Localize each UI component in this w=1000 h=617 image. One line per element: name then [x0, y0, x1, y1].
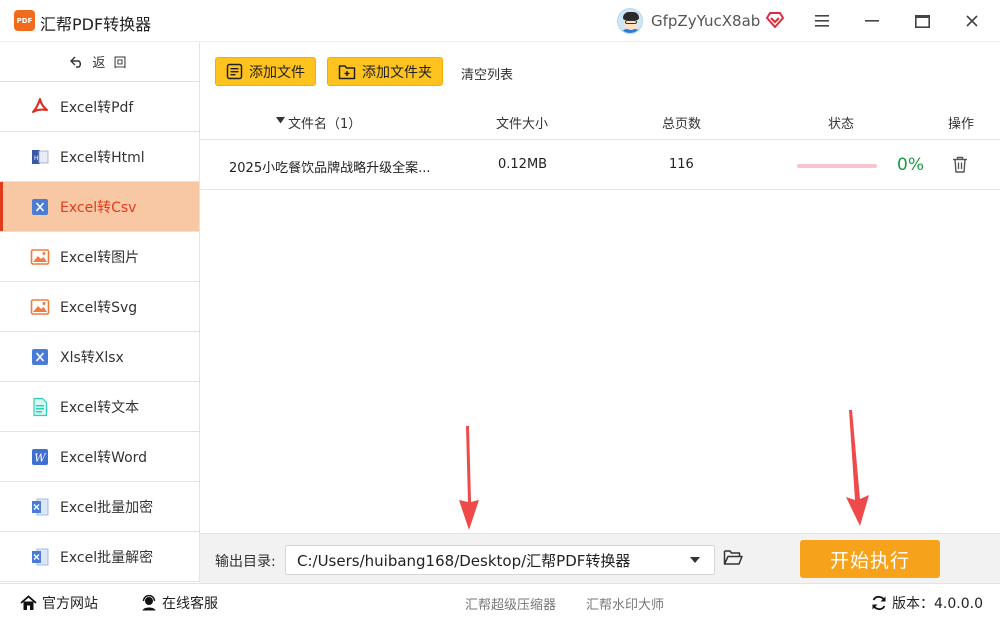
refresh-icon: [872, 595, 886, 611]
sidebar-item-label: Excel转图片: [60, 249, 140, 266]
image-icon: [30, 248, 50, 265]
footer: 官方网站 在线客服 汇帮超级压缩器 汇帮水印大师 版本：4.0.0.0: [0, 583, 1000, 617]
minimize-icon: [865, 20, 879, 22]
watermark-link[interactable]: 汇帮水印大师: [586, 594, 664, 613]
annotation-arrow-icon: [459, 426, 479, 530]
online-support-link[interactable]: 在线客服: [141, 593, 218, 613]
close-icon: [966, 15, 978, 27]
app-logo: PDF: [14, 10, 35, 31]
sidebar-item-label: Excel转Html: [60, 149, 145, 166]
sidebar-item-excel-to-text[interactable]: Excel转文本: [0, 382, 199, 432]
column-header-size: 文件大小: [496, 117, 549, 132]
progress-bar: [797, 164, 877, 168]
svg-text:W: W: [34, 451, 47, 464]
page-count: 116: [669, 157, 694, 172]
sort-caret-icon[interactable]: [276, 117, 285, 124]
vip-diamond-icon[interactable]: [765, 11, 785, 29]
sidebar-item-excel-batch-encrypt[interactable]: Excel批量加密: [0, 482, 199, 532]
svg-text:H: H: [34, 155, 39, 162]
word-icon: W: [32, 448, 48, 465]
column-header-pages: 总页数: [662, 117, 702, 132]
back-button[interactable]: 返 回: [0, 42, 199, 82]
minimize-button[interactable]: [860, 9, 884, 33]
output-bar: 输出目录: C:/Users/huibang168/Desktop/汇帮PDF转…: [200, 533, 1000, 583]
chevron-down-icon: [690, 557, 700, 563]
toolbar: 添加文件 添加文件夹 清空列表: [200, 42, 1000, 100]
official-website-link[interactable]: 官方网站: [20, 593, 98, 613]
app-title: 汇帮PDF转换器: [40, 15, 152, 34]
output-dir-path: C:/Users/huibang168/Desktop/汇帮PDF转换器: [297, 551, 631, 570]
clear-list-button[interactable]: 清空列表: [461, 64, 513, 83]
add-folder-icon: [338, 64, 356, 79]
column-header-name[interactable]: 文件名（1）: [288, 113, 361, 132]
sidebar-item-excel-to-csv[interactable]: Excel转Csv: [0, 182, 199, 232]
excel-unlock-icon: [32, 548, 49, 565]
sidebar-item-label: Excel转Svg: [60, 299, 138, 316]
delete-trash-icon[interactable]: [952, 156, 968, 173]
table-row[interactable]: 2025小吃餐饮品牌战略升级全案... 0.12MB 116 0%: [200, 140, 1000, 190]
version-info[interactable]: 版本：4.0.0.0: [871, 593, 983, 613]
html-icon: H: [32, 149, 49, 164]
user-avatar[interactable]: [617, 8, 643, 34]
version-label: 版本：4.0.0.0: [892, 596, 983, 612]
column-header-status: 状态: [828, 117, 855, 132]
file-table: 文件名（1） 文件大小 总页数 状态 操作 2025小吃餐饮品牌战略升级全案..…: [200, 100, 1000, 533]
output-dir-select[interactable]: C:/Users/huibang168/Desktop/汇帮PDF转换器: [285, 545, 715, 575]
sidebar: 返 回 Excel转Pdf H Excel转Html Excel转Csv Exc…: [0, 42, 200, 582]
sidebar-item-label: Excel转Csv: [60, 199, 137, 216]
add-folder-button[interactable]: 添加文件夹: [327, 57, 443, 86]
sidebar-item-excel-to-html[interactable]: H Excel转Html: [0, 132, 199, 182]
csv-icon: [32, 198, 48, 215]
open-folder-icon[interactable]: [723, 549, 743, 566]
official-website-label: 官方网站: [42, 596, 98, 612]
text-doc-icon: [33, 397, 48, 416]
sidebar-item-label: Excel批量加密: [60, 499, 154, 516]
sidebar-item-excel-batch-decrypt[interactable]: Excel批量解密: [0, 532, 199, 582]
add-folder-label: 添加文件夹: [362, 64, 432, 81]
sidebar-item-excel-to-svg[interactable]: Excel转Svg: [0, 282, 199, 332]
sidebar-item-xls-to-xlsx[interactable]: Xls转Xlsx: [0, 332, 199, 382]
maximize-button[interactable]: [910, 9, 934, 33]
sidebar-item-label: Excel转Pdf: [60, 99, 134, 116]
progress-percent: 0%: [897, 155, 924, 175]
sidebar-item-excel-to-pdf[interactable]: Excel转Pdf: [0, 82, 199, 132]
hamburger-icon: [815, 15, 829, 27]
add-file-button[interactable]: 添加文件: [215, 57, 316, 86]
table-header: 文件名（1） 文件大小 总页数 状态 操作: [200, 100, 1000, 140]
annotation-arrow-icon: [846, 410, 869, 526]
close-button[interactable]: [960, 9, 984, 33]
excel-lock-icon: [32, 498, 49, 515]
username[interactable]: GfpZyYucX8ab: [651, 12, 760, 30]
sidebar-item-label: Excel批量解密: [60, 549, 154, 566]
add-file-label: 添加文件: [249, 64, 305, 81]
back-label: 返 回: [92, 56, 129, 71]
svg-image-icon: [30, 298, 50, 315]
sidebar-item-label: Excel转Word: [60, 449, 148, 466]
back-arrow-icon: [70, 56, 82, 68]
online-support-label: 在线客服: [162, 596, 218, 612]
sidebar-item-excel-to-word[interactable]: W Excel转Word: [0, 432, 199, 482]
sidebar-item-label: Excel转文本: [60, 399, 140, 416]
sidebar-item-excel-to-image[interactable]: Excel转图片: [0, 232, 199, 282]
maximize-icon: [914, 14, 930, 28]
start-button[interactable]: 开始执行: [800, 540, 940, 578]
compressor-link[interactable]: 汇帮超级压缩器: [465, 594, 556, 613]
pdf-icon: [32, 97, 48, 113]
sidebar-item-label: Xls转Xlsx: [60, 349, 124, 366]
title-bar: PDF 汇帮PDF转换器 GfpZyYucX8ab: [0, 0, 1000, 42]
file-size: 0.12MB: [498, 157, 548, 172]
file-name: 2025小吃餐饮品牌战略升级全案...: [229, 161, 431, 176]
output-dir-label: 输出目录:: [215, 554, 276, 570]
home-icon: [20, 595, 37, 610]
menu-button[interactable]: [810, 9, 834, 33]
column-header-action: 操作: [948, 117, 975, 132]
excel-x-icon: [32, 348, 48, 365]
support-agent-icon: [142, 595, 156, 611]
add-file-icon: [226, 63, 243, 80]
